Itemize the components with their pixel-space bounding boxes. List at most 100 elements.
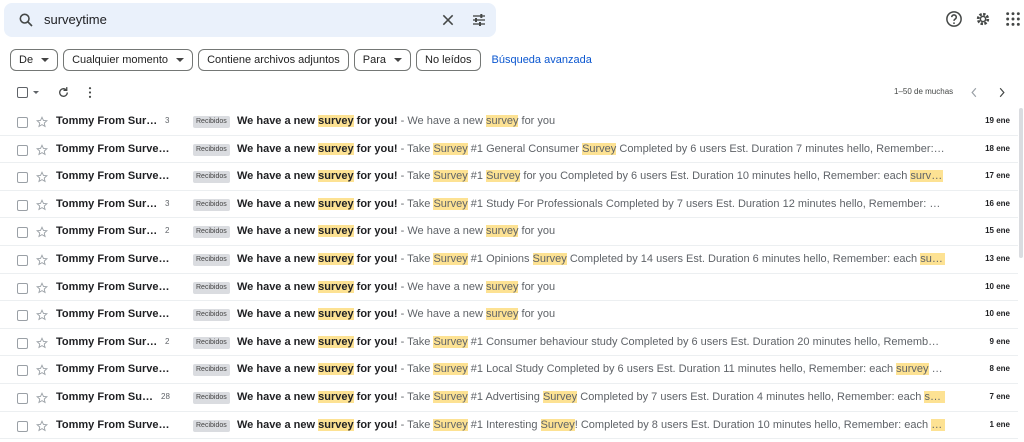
- row-checkbox[interactable]: [17, 172, 28, 184]
- search-input[interactable]: surveytime: [44, 12, 107, 27]
- search-icon[interactable]: [18, 12, 34, 28]
- row-checkbox[interactable]: [17, 282, 28, 294]
- gear-icon[interactable]: [974, 10, 992, 28]
- star-icon[interactable]: [36, 281, 48, 294]
- advanced-search-link[interactable]: Búsqueda avanzada: [492, 54, 592, 66]
- star-icon[interactable]: [36, 198, 48, 211]
- star-icon[interactable]: [36, 392, 48, 404]
- chip-label: De: [19, 54, 34, 66]
- row-checkbox[interactable]: [17, 310, 28, 322]
- row-checkbox[interactable]: [17, 117, 28, 128]
- email-subject: We have a new survey for you!: [237, 280, 398, 293]
- help-icon[interactable]: [945, 10, 963, 28]
- chevron-right-icon[interactable]: [998, 87, 1006, 98]
- label-badge[interactable]: Recibidos: [193, 336, 230, 349]
- filter-chip-from[interactable]: De: [10, 49, 59, 71]
- label-badge[interactable]: Recibidos: [193, 253, 230, 266]
- label-badge[interactable]: Recibidos: [193, 281, 230, 294]
- star-icon[interactable]: [36, 364, 48, 376]
- email-sender: Tommy From Surve...: [56, 335, 161, 348]
- row-checkbox[interactable]: [17, 144, 28, 156]
- email-body: We have a new survey for you! - We have …: [237, 280, 945, 293]
- email-row[interactable]: Tommy From Surveyti. Recibidos We have a…: [0, 301, 1018, 329]
- email-snippet: - Take Survey #1 General Consumer Survey…: [398, 142, 945, 155]
- select-all-checkbox[interactable]: [17, 87, 28, 98]
- email-row[interactable]: Tommy From Surveyti. Recibidos We have a…: [0, 411, 1018, 440]
- star-icon[interactable]: [36, 226, 48, 238]
- label-badge[interactable]: Recibidos: [193, 419, 230, 432]
- email-snippet: - We have a new survey for you: [397, 308, 556, 321]
- email-date: 13 ene: [985, 253, 1010, 263]
- filter-chip-date[interactable]: Cualquier momento: [63, 49, 194, 71]
- row-checkbox[interactable]: [17, 227, 28, 239]
- email-body: We have a new survey for you! - We have …: [237, 225, 945, 238]
- email-date: 18 ene: [985, 143, 1010, 153]
- email-subject: We have a new survey for you!: [237, 308, 398, 321]
- chevron-left-icon[interactable]: [970, 87, 978, 98]
- email-row[interactable]: Tommy From Surveyti. Recibidos We have a…: [0, 356, 1018, 384]
- row-checkbox[interactable]: [17, 337, 28, 349]
- email-subject: We have a new survey for you!: [237, 390, 398, 403]
- row-checkbox[interactable]: [17, 392, 28, 404]
- email-row[interactable]: Tommy From Surveyti. Recibidos We have a…: [0, 135, 1018, 164]
- row-checkbox[interactable]: [17, 365, 28, 377]
- chevron-down-icon[interactable]: [33, 91, 39, 94]
- star-icon[interactable]: [36, 336, 48, 349]
- row-checkbox[interactable]: [17, 420, 28, 432]
- star-icon[interactable]: [36, 171, 48, 183]
- email-subject: We have a new survey for you!: [237, 418, 398, 431]
- label-badge[interactable]: Recibidos: [193, 309, 230, 322]
- email-subject: We have a new survey for you!: [237, 115, 398, 127]
- filter-chip-to[interactable]: Para: [353, 49, 412, 71]
- filter-chips: De Cualquier momento Contiene archivos a…: [10, 49, 592, 71]
- email-body: We have a new survey for you! - Take Sur…: [237, 418, 945, 431]
- label-badge[interactable]: Recibidos: [193, 198, 230, 211]
- row-checkbox[interactable]: [17, 199, 28, 211]
- email-snippet: - We have a new survey for you: [397, 280, 556, 293]
- email-row[interactable]: Tommy From Surveyti. Recibidos We have a…: [0, 273, 1018, 302]
- email-snippet: - Take Survey #1 Local Study Completed b…: [397, 363, 945, 376]
- star-icon[interactable]: [36, 116, 48, 128]
- email-sender: Tommy From Surve...: [56, 115, 161, 127]
- email-row[interactable]: Tommy From Surve... 3 Recibidos We have …: [0, 190, 1018, 219]
- star-icon[interactable]: [36, 254, 48, 266]
- label-badge[interactable]: Recibidos: [193, 226, 230, 239]
- filter-chip-unread[interactable]: No leídos: [416, 49, 481, 71]
- email-row[interactable]: Tommy From Surve... 2 Recibidos We have …: [0, 218, 1018, 246]
- email-row[interactable]: Tommy From Surv... 28 Recibidos We have …: [0, 383, 1018, 412]
- label-badge[interactable]: Recibidos: [193, 364, 230, 377]
- email-body: We have a new survey for you! - Take Sur…: [237, 142, 945, 155]
- email-subject: We have a new survey for you!: [237, 170, 398, 183]
- filter-chip-attachments[interactable]: Contiene archivos adjuntos: [198, 49, 349, 71]
- email-date: 7 ene: [989, 391, 1010, 401]
- email-date: 8 ene: [989, 364, 1010, 374]
- email-row[interactable]: Tommy From Surveyti. Recibidos We have a…: [0, 163, 1018, 191]
- search-options-icon[interactable]: [471, 12, 487, 28]
- chip-label: Contiene archivos adjuntos: [207, 54, 340, 66]
- email-body: We have a new survey for you! - We have …: [237, 115, 945, 127]
- close-icon[interactable]: [441, 13, 455, 27]
- star-icon[interactable]: [36, 419, 48, 432]
- email-row[interactable]: Tommy From Surve... 2 Recibidos We have …: [0, 328, 1018, 357]
- email-list: Tommy From Surve... 3 Recibidos We have …: [0, 108, 1018, 440]
- star-icon[interactable]: [36, 309, 48, 321]
- email-row[interactable]: Tommy From Surveyti. Recibidos We have a…: [0, 245, 1018, 274]
- label-badge[interactable]: Recibidos: [193, 143, 230, 156]
- refresh-icon[interactable]: [57, 86, 70, 99]
- email-sender: Tommy From Surv...: [56, 390, 157, 403]
- more-vert-icon[interactable]: [87, 86, 93, 99]
- apps-grid-icon[interactable]: [1005, 11, 1021, 27]
- star-icon[interactable]: [36, 143, 48, 156]
- thread-count: 3: [165, 198, 170, 208]
- email-snippet: - We have a new survey for you: [397, 115, 556, 127]
- email-subject: We have a new survey for you!: [237, 252, 398, 265]
- email-sender: Tommy From Surveyti.: [56, 308, 174, 321]
- search-bar[interactable]: surveytime: [4, 3, 496, 37]
- email-date: 10 ene: [985, 281, 1010, 291]
- row-checkbox[interactable]: [17, 254, 28, 266]
- label-badge[interactable]: Recibidos: [193, 171, 230, 184]
- scrollbar[interactable]: [1019, 108, 1023, 258]
- label-badge[interactable]: Recibidos: [193, 391, 230, 404]
- email-row[interactable]: Tommy From Surve... 3 Recibidos We have …: [0, 108, 1018, 136]
- label-badge[interactable]: Recibidos: [193, 116, 230, 128]
